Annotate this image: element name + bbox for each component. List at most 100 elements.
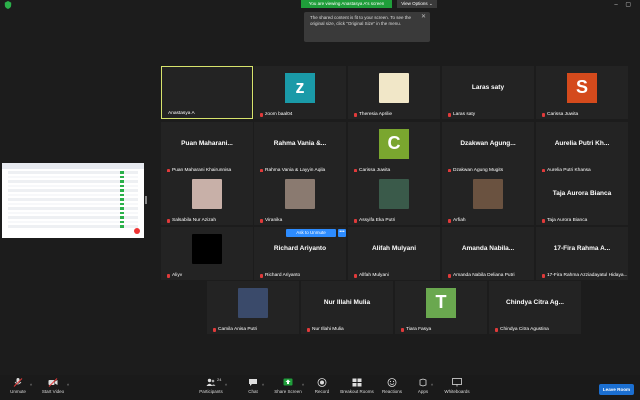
participant-tile[interactable]: S Carissa Juwita [536,66,628,119]
top-bar: You are viewing Anastasya A's screen Vie… [0,0,640,10]
sheet-row [8,207,138,210]
participants-button[interactable]: 24 Participants [196,377,226,394]
participant-name-label: Camila Anisa Putri [213,327,257,332]
video-caret[interactable]: ^ [67,383,69,388]
chat-label: Chat [248,389,258,394]
participant-tile[interactable]: C Carissa Juwita [348,122,440,175]
leave-room-button[interactable]: Leave Room [599,384,634,395]
photo-container [161,172,253,215]
muted-mic-icon [495,327,498,332]
participant-name-label: Allfah Mulyani [354,273,389,278]
window-controls[interactable]: – ▢ [614,1,634,8]
breakout-rooms-label: Breakout Rooms [340,389,374,394]
participant-tile[interactable]: Chindya Citra Ag... Chindya Citra Agustin… [489,281,581,334]
participant-name: Camila Anisa Putri [218,327,258,332]
avatar-container: S [536,66,628,109]
view-options-label: View Options [401,1,428,6]
participant-tile[interactable]: Viranika [254,172,346,225]
muted-mic-icon [260,112,263,117]
breakout-rooms-button[interactable]: Breakout Rooms [338,378,376,394]
start-video-label: Start Video [41,389,65,394]
participant-tile[interactable]: Anastasya A [161,66,253,119]
participant-tile[interactable]: Nur Illahi Mulia Nur Illahi Mulia [301,281,393,334]
participant-tile[interactable]: z zoom baal04 [254,66,346,119]
participant-name-label: 17-Fira Rahma Azziadayatul Hidaya... [542,273,628,278]
participant-tile[interactable]: Salsabila Nur Azizah [161,172,253,225]
participant-name: Amanda Nabila Deliana Putri [453,273,515,278]
participant-tile[interactable]: Assyifa Eka Putri [348,172,440,225]
sheet-row [8,225,138,228]
reactions-label: Reactions [381,389,402,394]
muted-mic-icon [260,273,263,278]
resize-handle[interactable] [145,196,147,204]
view-options-button[interactable]: View Options ⌄ [397,0,437,8]
reactions-icon [387,378,397,387]
muted-mic-icon [167,273,170,278]
participant-name-label: Laras saty [448,112,475,117]
participant-tile[interactable]: Amanda Nabila... Amanda Nabila Deliana Pu… [442,227,534,280]
participant-tile[interactable]: Rahma Vania &... Rahma Vania & Layyin Aqi… [254,122,346,175]
video-area [162,67,252,108]
participant-tile[interactable]: Theresia Aprilie [348,66,440,119]
chat-button[interactable]: Chat [243,378,263,394]
apps-label: Apps [417,389,429,394]
apps-caret[interactable]: ^ [431,383,433,388]
participant-tile[interactable]: Aliyv [161,227,253,280]
record-button[interactable]: Record [311,378,333,394]
sheet-row [8,216,138,219]
participant-tile[interactable]: T Tiara Fasya [395,281,487,334]
unmute-caret[interactable]: ^ [30,383,32,388]
unmute-button[interactable]: Unmute [5,378,31,394]
apps-button[interactable]: Apps [414,378,432,394]
sheet-row [8,193,138,196]
participant-tile[interactable]: Dzakwan Agung... Dzakwan Agung Mugits [442,122,534,175]
share-caret[interactable]: ^ [302,383,304,388]
sheet-row [8,180,138,183]
participant-name: Aliyv [172,273,183,278]
share-screen-button[interactable]: Share Screen [273,378,303,394]
participant-name: Anastasya A [168,111,195,116]
participant-name-label: Taja Aurora Bianca [542,218,587,223]
participant-tile[interactable]: Camila Anisa Putri [207,281,299,334]
participant-name-label: Aliyv [167,273,182,278]
muted-mic-icon [354,218,357,223]
sheet-row [8,202,138,205]
participant-name: Arfiah [453,218,466,223]
photo-container [348,66,440,109]
participant-name-label: Viranika [260,218,282,223]
participant-tile[interactable]: Taja Aurora Bianca Taja Aurora Bianca [536,172,628,225]
photo-container [161,227,253,270]
participant-name: 17-Fira Rahma Azziadayatul Hidaya... [547,273,628,278]
participant-tile[interactable]: Laras saty Laras saty [442,66,534,119]
start-video-button[interactable]: Start Video [38,378,68,394]
status-cell [120,225,124,228]
profile-photo [238,287,268,318]
participant-tile[interactable]: Arfiah [442,172,534,225]
more-options-button[interactable]: ••• [338,229,346,237]
participant-name: Nur Illahi Mulia [312,327,344,332]
participant-name: Assyifa Eka Putri [359,218,396,223]
whiteboards-button[interactable]: Whiteboards [442,378,472,394]
participant-tile[interactable]: Alifah Mulyani Allfah Mulyani [348,227,440,280]
avatar: S [567,72,597,103]
close-icon[interactable]: ✕ [421,14,426,20]
avatar: C [379,128,409,159]
sheet-row [8,211,138,214]
participant-tile[interactable]: Aurelia Putri Kh... Aurelia Putri Khansa [536,122,628,175]
participant-tile[interactable]: Puan Maharani... Puan Maharani Khairunnis… [161,122,253,175]
ask-to-unmute-button[interactable]: Ask to Unmute [286,229,336,237]
record-icon [317,378,327,387]
participant-name-label: zoom baal04 [260,112,292,117]
chat-caret[interactable]: ^ [262,383,264,388]
participant-tile[interactable]: 17-Fira Rahma A... 17-Fira Rahma Azziaday… [536,227,628,280]
participant-name-label: Chindya Citra Agustina [495,327,549,332]
profile-photo [473,178,503,209]
viewing-screen-banner: You are viewing Anastasya A's screen [301,0,392,8]
participant-name: Chindya Citra Agustina [500,327,549,332]
participant-name-label: Richard Ariyanto [260,273,300,278]
reactions-button[interactable]: Reactions [380,378,404,394]
participant-display-name: Laras saty [471,84,505,91]
participants-caret[interactable]: ^ [225,383,227,388]
participant-display-name: Nur Illahi Mulia [323,299,371,306]
shared-screen-thumbnail[interactable] [2,163,144,238]
